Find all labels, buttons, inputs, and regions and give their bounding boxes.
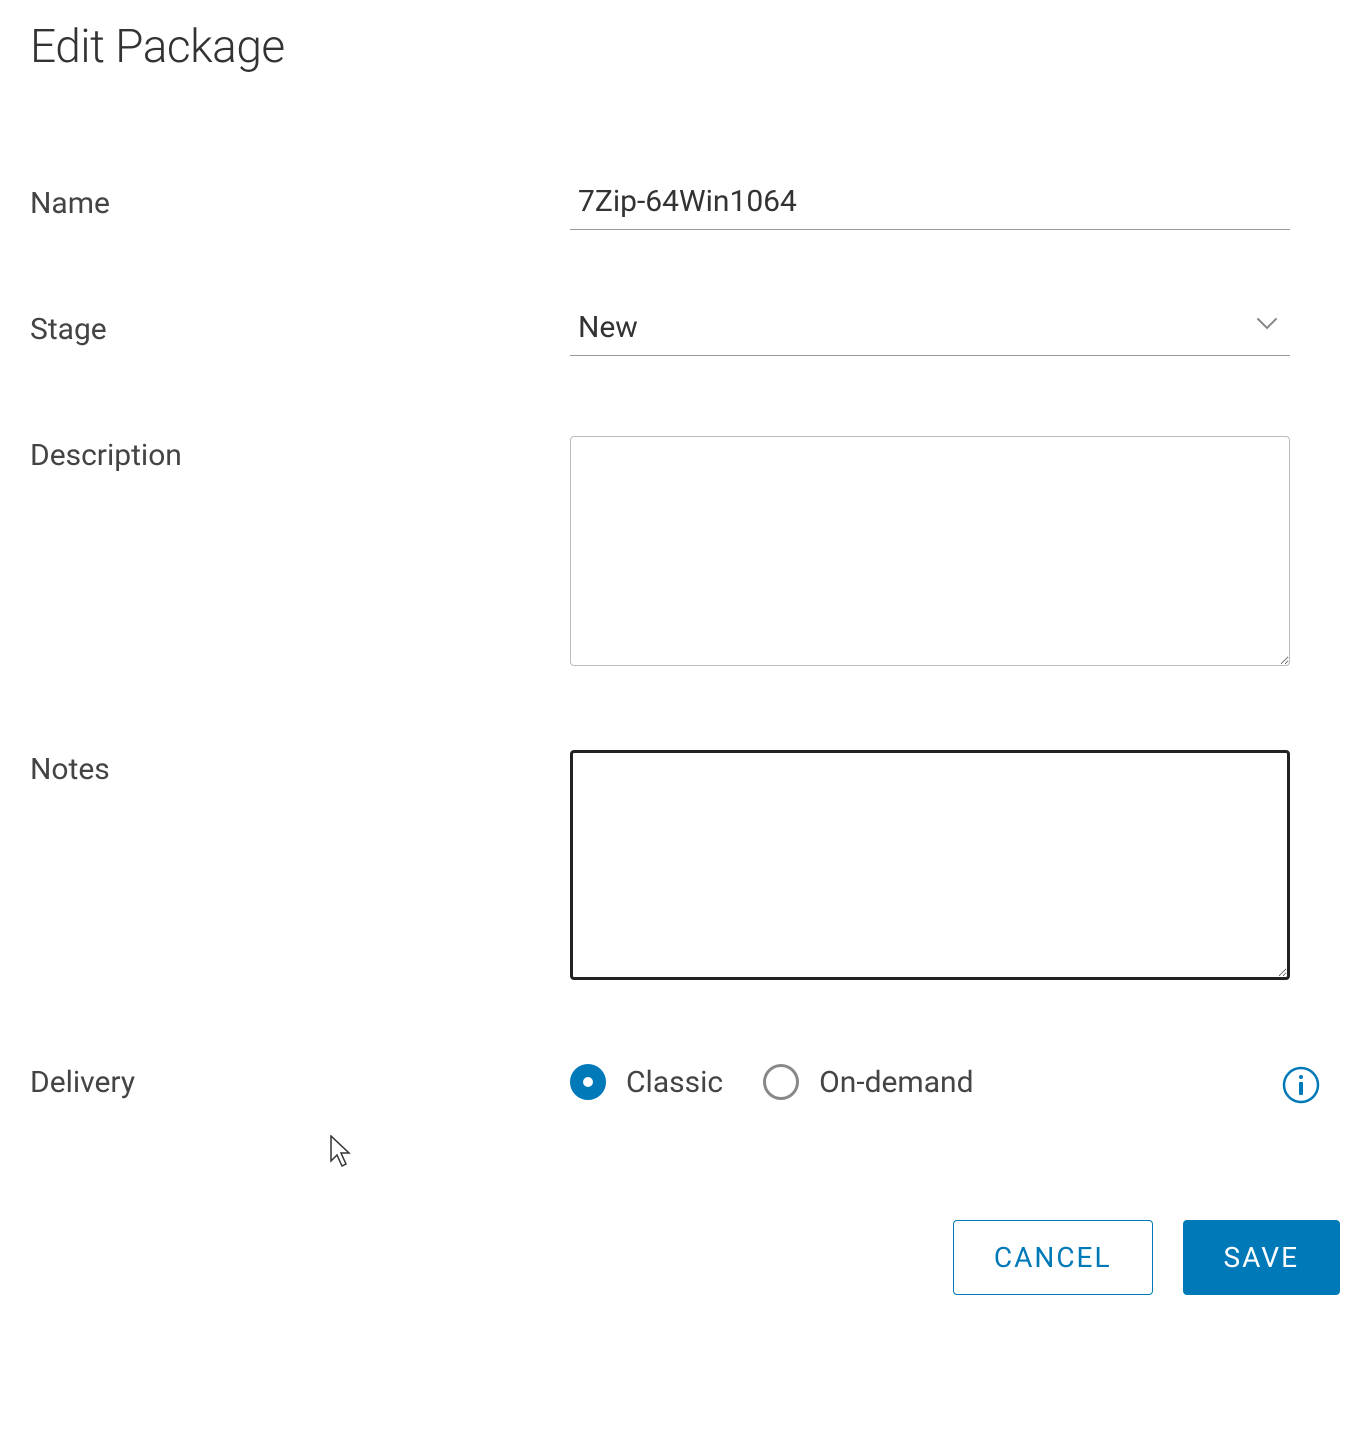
- stage-row: Stage New: [30, 310, 1340, 356]
- name-input[interactable]: [570, 184, 1290, 230]
- page-title: Edit Package: [30, 20, 1340, 74]
- stage-select[interactable]: New: [570, 310, 1290, 356]
- stage-label: Stage: [30, 310, 570, 347]
- save-button[interactable]: Save: [1183, 1220, 1340, 1295]
- delivery-radio-group: Classic On-demand: [570, 1064, 974, 1100]
- radio-icon: [570, 1064, 606, 1100]
- delivery-radio-classic[interactable]: Classic: [570, 1064, 723, 1100]
- notes-label: Notes: [30, 750, 570, 787]
- delivery-label: Delivery: [30, 1065, 570, 1100]
- radio-icon: [763, 1064, 799, 1100]
- name-label: Name: [30, 184, 570, 221]
- delivery-radio-ondemand[interactable]: On-demand: [763, 1064, 973, 1100]
- radio-label-classic: Classic: [626, 1065, 723, 1100]
- cancel-button[interactable]: Cancel: [953, 1220, 1153, 1295]
- description-textarea[interactable]: [570, 436, 1290, 666]
- button-row: Cancel Save: [30, 1220, 1340, 1295]
- description-row: Description: [30, 436, 1340, 670]
- radio-label-ondemand: On-demand: [819, 1065, 973, 1100]
- info-icon[interactable]: [1282, 1066, 1320, 1108]
- notes-row: Notes: [30, 750, 1340, 984]
- cursor-icon: [330, 1135, 356, 1173]
- notes-textarea[interactable]: [570, 750, 1290, 980]
- description-label: Description: [30, 436, 570, 473]
- name-row: Name: [30, 184, 1340, 230]
- delivery-row: Delivery Classic On-demand: [30, 1064, 1340, 1100]
